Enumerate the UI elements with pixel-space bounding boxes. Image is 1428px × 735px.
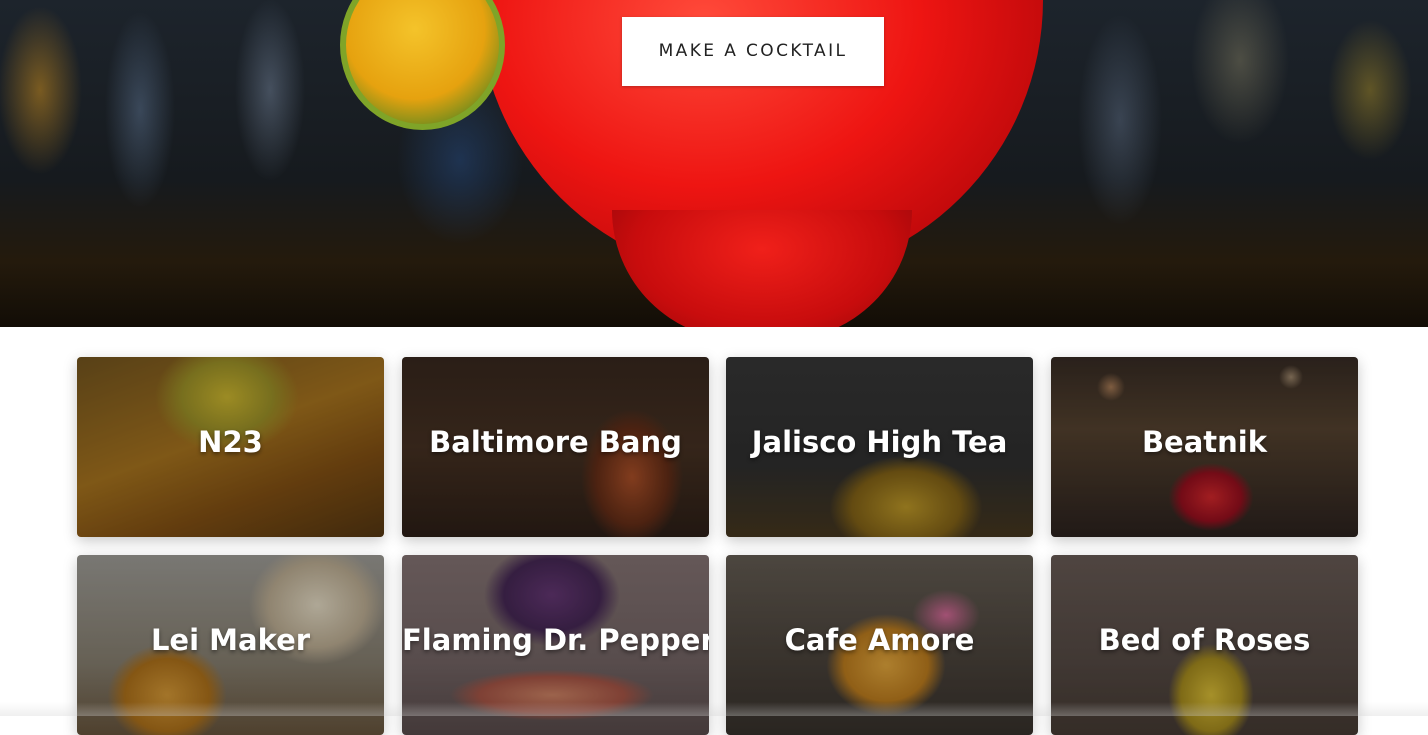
hero-banner: MAKE A COCKTAIL	[0, 0, 1428, 327]
cocktail-card-flaming-dr-pepper[interactable]: Flaming Dr. Pepper	[402, 555, 709, 735]
cocktail-card-title: Beatnik	[1051, 425, 1358, 459]
cocktail-card-title: Bed of Roses	[1051, 623, 1358, 657]
make-a-cocktail-button[interactable]: MAKE A COCKTAIL	[622, 17, 884, 86]
cocktail-card-title: Jalisco High Tea	[726, 425, 1033, 459]
cocktail-card-bed-of-roses[interactable]: Bed of Roses	[1051, 555, 1358, 735]
cocktail-card-title: Baltimore Bang	[402, 425, 709, 459]
cocktail-card-jalisco-high-tea[interactable]: Jalisco High Tea	[726, 357, 1033, 537]
cocktail-card-title: Flaming Dr. Pepper	[402, 623, 709, 657]
cocktail-card-lei-maker[interactable]: Lei Maker	[77, 555, 384, 735]
cocktail-card-baltimore-bang[interactable]: Baltimore Bang	[402, 357, 709, 537]
cocktail-card-cafe-amore[interactable]: Cafe Amore	[726, 555, 1033, 735]
cocktail-card-title: Lei Maker	[77, 623, 384, 657]
hero-cocktail-bowl-image	[612, 210, 912, 327]
cocktail-card-n23[interactable]: N23	[77, 357, 384, 537]
lime-garnish-image	[340, 0, 505, 130]
cocktail-card-title: Cafe Amore	[726, 623, 1033, 657]
cocktail-card-title: N23	[77, 425, 384, 459]
cocktail-card-beatnik[interactable]: Beatnik	[1051, 357, 1358, 537]
